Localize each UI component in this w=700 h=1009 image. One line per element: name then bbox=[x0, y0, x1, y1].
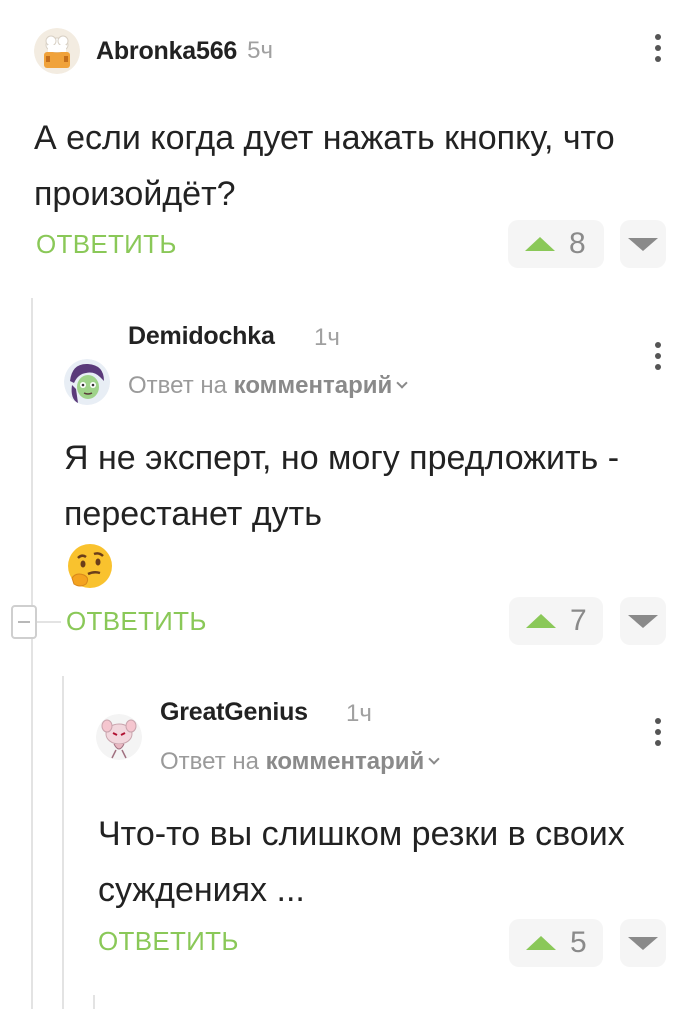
comment-abronka566: Abronka566 5ч А если когда дует нажать к… bbox=[34, 28, 700, 278]
chef-hat-avatar-icon[interactable] bbox=[34, 28, 80, 74]
vote-count: 5 bbox=[570, 926, 587, 959]
comment-text: А если когда дует нажать кнопку, что про… bbox=[34, 119, 615, 213]
comment-time: 1ч bbox=[346, 700, 372, 727]
downvote-button[interactable] bbox=[620, 220, 666, 268]
chevron-down-icon bbox=[428, 753, 440, 765]
reply-prefix: Ответ на bbox=[128, 372, 227, 399]
upvote-arrow-icon bbox=[526, 614, 556, 628]
comment-text: Что-то вы слишком резки в своих суждения… bbox=[98, 815, 625, 909]
comment-header bbox=[64, 336, 110, 405]
thread-line-level-1-lower bbox=[31, 639, 33, 1009]
comment-text: Я не эксперт, но могу предложить - перес… bbox=[64, 439, 620, 533]
downvote-arrow-icon bbox=[628, 238, 658, 251]
thread-line-level-2 bbox=[62, 676, 64, 1009]
reply-button[interactable]: ОТВЕТИТЬ bbox=[36, 229, 177, 260]
more-options-icon[interactable] bbox=[652, 34, 664, 68]
comment-greatgenius: GreatGenius 1ч Ответ на комментарий Что-… bbox=[96, 690, 700, 990]
thread-line-level-1 bbox=[31, 298, 33, 605]
vote-count: 8 bbox=[569, 227, 586, 260]
collapse-thread-button[interactable] bbox=[11, 605, 37, 639]
username[interactable]: GreatGenius bbox=[160, 698, 308, 727]
username[interactable]: Abronka566 bbox=[96, 37, 237, 66]
comment-time: 1ч bbox=[314, 324, 340, 351]
reply-to-link[interactable]: Ответ на комментарий bbox=[160, 748, 440, 776]
more-options-icon[interactable] bbox=[652, 342, 664, 376]
reply-to-link[interactable]: Ответ на комментарий bbox=[128, 372, 408, 400]
downvote-arrow-icon bbox=[628, 937, 658, 950]
comment-header: Abronka566 5ч bbox=[34, 28, 273, 74]
vote-count: 7 bbox=[570, 604, 587, 637]
upvote-button[interactable]: 8 bbox=[508, 220, 604, 268]
user-avatar-icon[interactable] bbox=[64, 359, 110, 405]
downvote-button[interactable] bbox=[620, 597, 666, 645]
comment-demidochka: Demidochka 1ч Ответ на комментарий Я не … bbox=[64, 322, 700, 656]
user-avatar-icon[interactable] bbox=[96, 714, 142, 760]
upvote-button[interactable]: 5 bbox=[509, 919, 603, 967]
upvote-arrow-icon bbox=[525, 237, 555, 251]
downvote-arrow-icon bbox=[628, 615, 658, 628]
reply-target: комментарий bbox=[265, 748, 425, 775]
reply-button[interactable]: ОТВЕТИТЬ bbox=[98, 926, 239, 957]
reply-prefix: Ответ на bbox=[160, 748, 259, 775]
thread-branch-tick bbox=[37, 621, 61, 623]
thinking-face-emoji bbox=[66, 542, 114, 590]
comment-time: 5ч bbox=[247, 37, 273, 64]
thread-line-level-3 bbox=[93, 995, 95, 1009]
upvote-arrow-icon bbox=[526, 936, 556, 950]
downvote-button[interactable] bbox=[620, 919, 666, 967]
username[interactable]: Demidochka bbox=[128, 322, 275, 351]
reply-target: комментарий bbox=[233, 372, 393, 399]
reply-button[interactable]: ОТВЕТИТЬ bbox=[66, 606, 207, 637]
upvote-button[interactable]: 7 bbox=[509, 597, 603, 645]
chevron-down-icon bbox=[396, 377, 408, 389]
more-options-icon[interactable] bbox=[652, 718, 664, 752]
